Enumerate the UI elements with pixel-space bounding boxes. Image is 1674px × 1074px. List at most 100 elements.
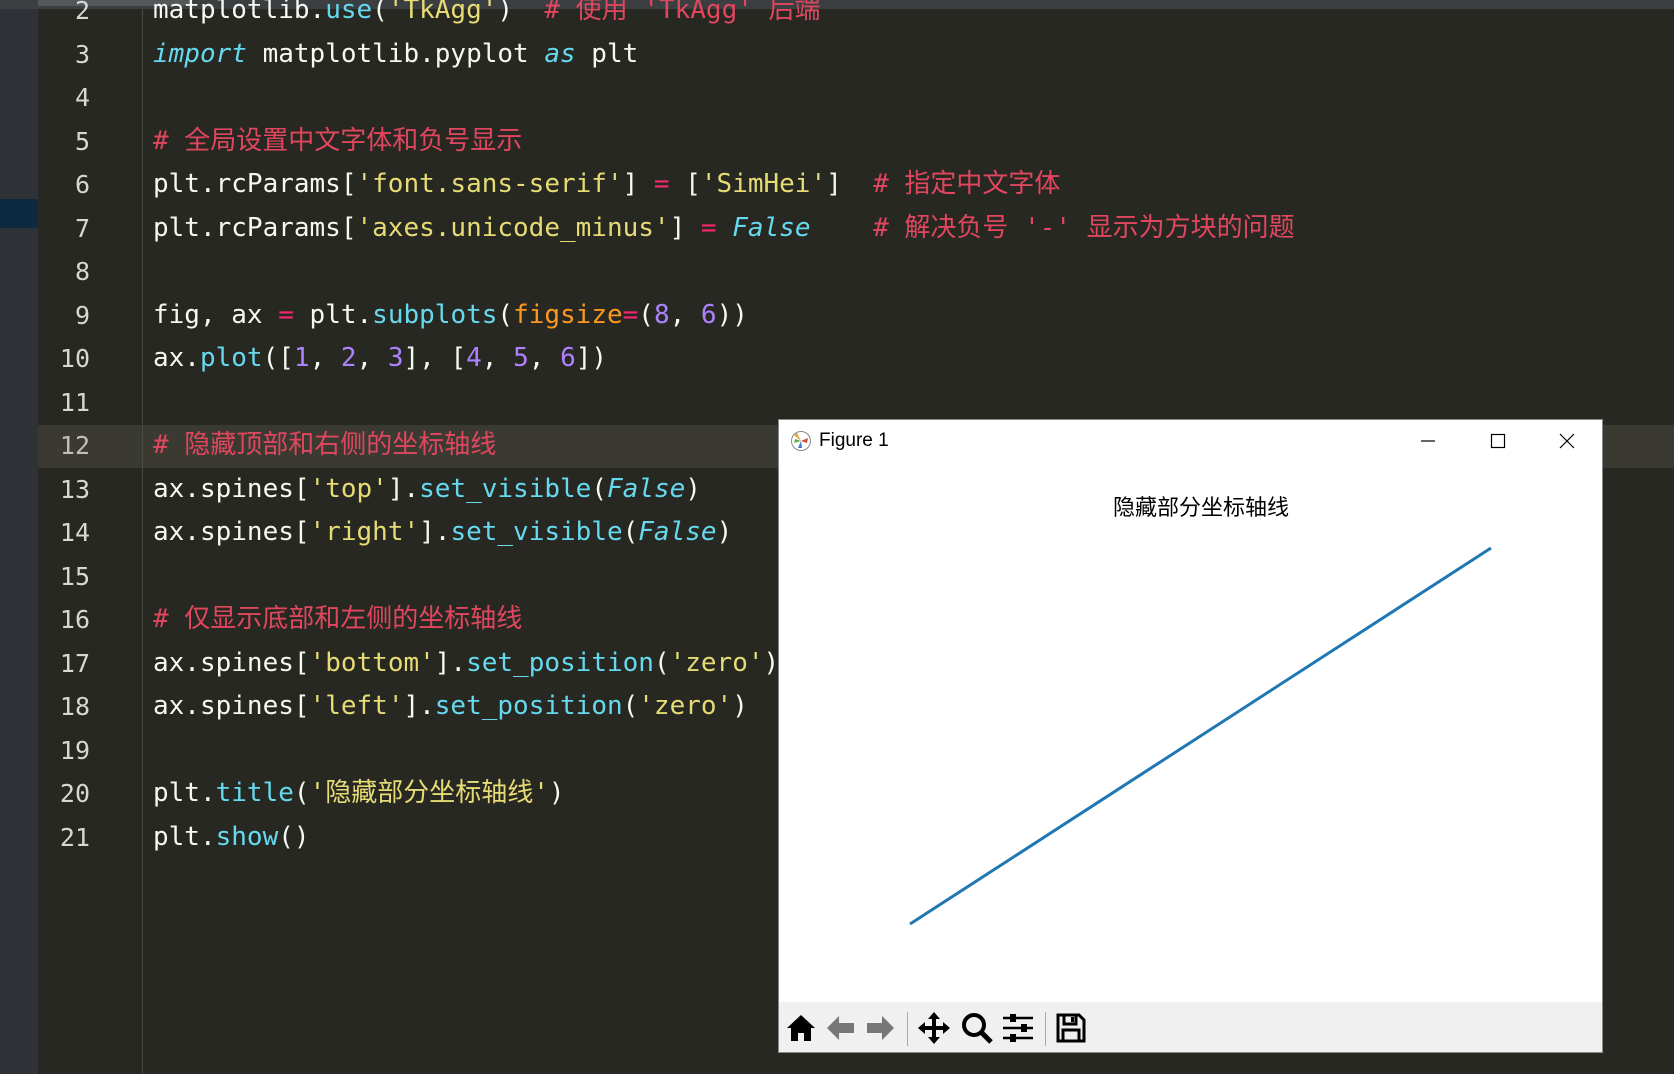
code-line[interactable]: plt.show() xyxy=(153,816,310,859)
figure-window: Figure 1 隐藏部分坐标轴线 xyxy=(779,420,1602,1052)
home-button[interactable] xyxy=(783,1010,819,1046)
code-token: ) xyxy=(763,647,780,678)
code-token: False xyxy=(732,212,811,243)
code-token: '隐藏部分坐标轴线' xyxy=(309,778,549,808)
maximize-icon xyxy=(1490,433,1506,449)
code-token: 'SimHei' xyxy=(700,169,827,199)
toolbar-separator xyxy=(907,1012,908,1046)
code-token: ]. xyxy=(403,691,435,721)
code-token: ) xyxy=(497,0,545,25)
minimize-button[interactable] xyxy=(1408,426,1448,456)
code-token: False xyxy=(606,473,686,504)
code-line[interactable]: matplotlib.use('TkAgg') # 使用 'TkAgg' 后端 xyxy=(153,0,821,32)
configure-subplots-button[interactable] xyxy=(1000,1010,1036,1046)
pan-icon xyxy=(918,1012,950,1044)
minimize-icon xyxy=(1421,440,1435,442)
code-token: import xyxy=(153,38,247,69)
code-token: ax.spines[ xyxy=(153,517,310,547)
code-line[interactable]: ax.spines['top'].set_visible(False) xyxy=(153,468,701,511)
close-button[interactable] xyxy=(1547,426,1587,456)
code-token: ) xyxy=(716,517,733,547)
tool-window-active-marker[interactable] xyxy=(0,199,38,228)
code-token: # 全局设置中文字体和负号显示 xyxy=(153,125,523,156)
code-token: = xyxy=(653,169,670,199)
zoom-button[interactable] xyxy=(959,1010,995,1046)
code-token: ax.spines[ xyxy=(153,691,310,721)
line-number: 17 xyxy=(59,648,90,678)
maximize-button[interactable] xyxy=(1478,426,1518,456)
window-titlebar[interactable]: Figure 1 xyxy=(779,420,1602,461)
code-token: , xyxy=(669,299,701,330)
code-token: plt. xyxy=(153,821,216,852)
pan-button[interactable] xyxy=(916,1010,952,1046)
back-button[interactable] xyxy=(823,1010,859,1046)
tool-window-strip xyxy=(0,9,38,1074)
code-token: 6 xyxy=(560,343,576,373)
code-line[interactable]: fig, ax = plt.subplots(figsize=(8, 6)) xyxy=(153,294,748,337)
code-line[interactable]: ax.plot([1, 2, 3], [4, 5, 6]) xyxy=(153,337,607,380)
save-icon xyxy=(1056,1013,1086,1043)
chart-canvas[interactable]: 隐藏部分坐标轴线 xyxy=(779,461,1602,1002)
code-token: ] xyxy=(826,169,874,199)
code-token: 2 xyxy=(340,343,357,373)
code-token: , xyxy=(309,343,341,373)
code-token: ], [ xyxy=(403,343,467,373)
toolbar-separator xyxy=(1045,1012,1046,1046)
code-token: set_visible xyxy=(450,517,623,547)
code-token: 1 xyxy=(293,343,310,373)
code-token: ] xyxy=(622,169,654,199)
code-token: set_position xyxy=(466,647,654,678)
code-line[interactable]: plt.title('隐藏部分坐标轴线') xyxy=(153,772,565,815)
line-number: 11 xyxy=(59,387,90,417)
code-line[interactable]: ax.spines['left'].set_position('zero') xyxy=(153,685,748,728)
code-token: ( xyxy=(372,0,388,25)
code-token: # 指定中文字体 xyxy=(873,169,1061,199)
code-token: ( xyxy=(293,778,310,808)
line-number: 6 xyxy=(74,170,90,199)
code-line[interactable]: # 仅显示底部和左侧的坐标轴线 xyxy=(153,598,522,641)
close-icon xyxy=(1559,433,1575,449)
code-token: ax. xyxy=(153,343,200,373)
code-token: () xyxy=(278,821,310,852)
forward-arrow-icon xyxy=(867,1016,894,1040)
code-token: plot xyxy=(199,343,263,373)
code-line[interactable]: import matplotlib.pyplot as plt xyxy=(153,33,638,76)
code-token: set_position xyxy=(434,691,623,721)
line-number: 10 xyxy=(59,344,90,373)
code-token: ) xyxy=(685,473,701,504)
code-token: ax.spines[ xyxy=(153,473,310,504)
line-number: 7 xyxy=(74,213,90,243)
code-token: 6 xyxy=(700,299,717,330)
code-token: matplotlib. xyxy=(153,0,326,25)
line-number: 8 xyxy=(74,257,90,286)
code-token: matplotlib.pyplot xyxy=(246,38,545,69)
home-icon xyxy=(787,1015,815,1041)
code-token: ) xyxy=(732,691,748,721)
code-token: ( xyxy=(653,647,670,678)
code-token: ([ xyxy=(262,343,294,373)
code-token: 8 xyxy=(653,299,670,330)
gutter-divider xyxy=(142,9,143,1074)
code-line[interactable]: plt.rcParams['axes.unicode_minus'] = Fal… xyxy=(153,207,1295,250)
line-number: 18 xyxy=(59,692,90,721)
code-token: 'right' xyxy=(309,517,420,547)
code-line[interactable]: # 隐藏顶部和右侧的坐标轴线 xyxy=(153,424,496,467)
code-token: 'zero' xyxy=(638,691,733,721)
series-line-0 xyxy=(909,546,1492,926)
code-line[interactable]: plt.rcParams['font.sans-serif'] = ['SimH… xyxy=(153,163,1060,206)
code-token: show xyxy=(215,821,279,852)
forward-button[interactable] xyxy=(862,1010,898,1046)
code-line[interactable]: ax.spines['right'].set_visible(False) xyxy=(153,511,732,554)
code-token: = xyxy=(278,299,294,330)
back-arrow-icon xyxy=(827,1016,854,1040)
save-button[interactable] xyxy=(1053,1010,1089,1046)
code-token: 'left' xyxy=(309,691,404,721)
code-token: 4 xyxy=(466,343,482,373)
code-token: 3 xyxy=(387,343,404,373)
code-token: # 解决负号 '-' 显示为方块的问题 xyxy=(873,212,1295,243)
navigation-toolbar xyxy=(779,1002,1602,1052)
line-number: 2 xyxy=(74,0,90,25)
code-line[interactable]: # 全局设置中文字体和负号显示 xyxy=(153,120,522,163)
configure-subplots-icon xyxy=(1003,1014,1033,1042)
code-line[interactable]: ax.spines['bottom'].set_position('zero') xyxy=(153,642,779,685)
